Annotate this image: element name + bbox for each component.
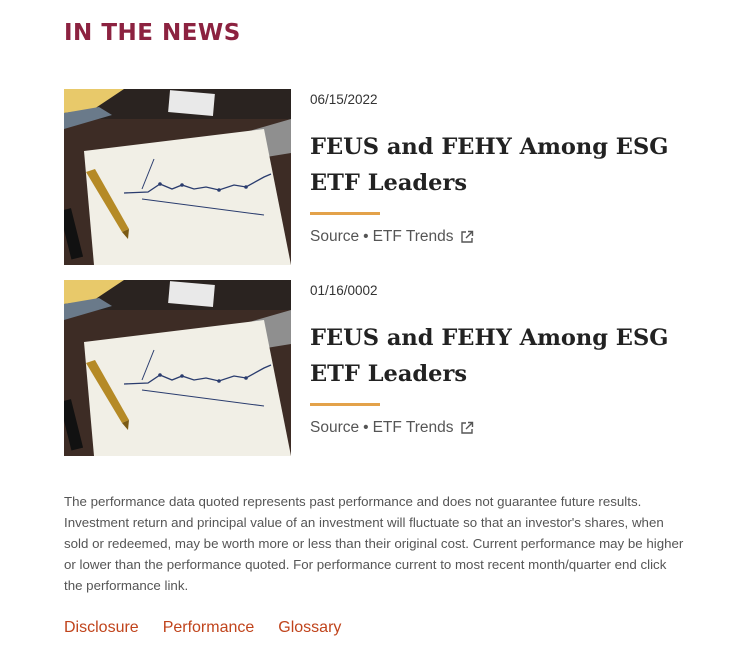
news-source-link[interactable]: Source • ETF Trends — [310, 228, 474, 246]
source-name: ETF Trends — [372, 228, 454, 245]
chart-on-paper-photo — [64, 280, 291, 456]
chart-on-paper-photo — [64, 89, 291, 265]
source-separator: • — [363, 419, 369, 436]
news-item: 06/15/2022 FEUS and FEHY Among ESG ETF L… — [64, 89, 684, 265]
news-date: 06/15/2022 — [310, 92, 378, 107]
performance-link[interactable]: Performance — [163, 619, 255, 637]
external-link-icon — [460, 230, 473, 243]
news-thumbnail[interactable] — [64, 89, 291, 265]
source-separator: • — [363, 228, 369, 245]
source-label: Source — [310, 228, 360, 245]
glossary-link[interactable]: Glossary — [278, 619, 341, 637]
news-title-link[interactable]: FEUS and FEHY Among ESG ETF Leaders — [310, 320, 680, 392]
news-item: 01/16/0002 FEUS and FEHY Among ESG ETF L… — [64, 280, 684, 456]
source-name: ETF Trends — [372, 419, 454, 436]
news-title-link[interactable]: FEUS and FEHY Among ESG ETF Leaders — [310, 129, 680, 201]
news-thumbnail[interactable] — [64, 280, 291, 456]
source-label: Source — [310, 419, 360, 436]
section-title: IN THE NEWS — [64, 20, 241, 46]
news-date: 01/16/0002 — [310, 283, 378, 298]
external-link-icon — [460, 421, 473, 434]
performance-disclaimer: The performance data quoted represents p… — [64, 494, 684, 593]
news-source-link[interactable]: Source • ETF Trends — [310, 419, 474, 437]
footer-links: Disclosure Performance Glossary — [64, 619, 365, 637]
accent-rule — [310, 403, 380, 406]
disclosure-link[interactable]: Disclosure — [64, 619, 139, 637]
accent-rule — [310, 212, 380, 215]
